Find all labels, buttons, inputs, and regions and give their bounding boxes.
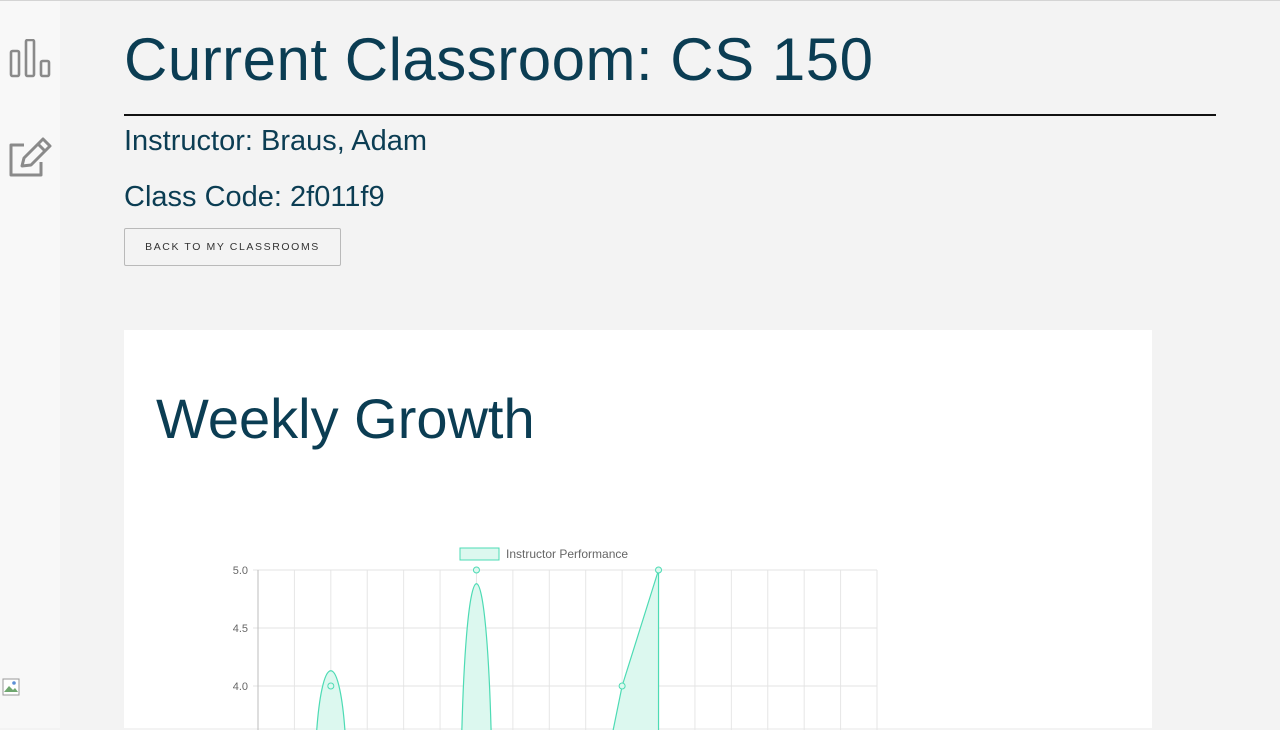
sidebar-item-stats[interactable]	[6, 39, 54, 87]
y-tick-label: 4.0	[233, 681, 248, 693]
page-title: Current Classroom: CS 150	[124, 26, 874, 93]
sidebar	[0, 1, 60, 728]
class-code-label: Class Code: 2f011f9	[124, 181, 385, 213]
broken-image-icon	[2, 678, 20, 696]
bar-chart-icon	[9, 39, 51, 78]
data-point	[655, 566, 663, 574]
series-area	[461, 583, 492, 730]
instructor-label: Instructor: Braus, Adam	[124, 125, 428, 157]
data-point	[472, 566, 480, 574]
back-to-classrooms-button[interactable]: BACK TO MY CLASSROOMS	[124, 228, 341, 266]
sidebar-item-edit[interactable]	[6, 133, 54, 181]
title-divider	[124, 114, 1216, 116]
weekly-growth-card: Weekly Growth 5.0 4.5 4.0 Instructor Perfor…	[124, 330, 1152, 730]
legend-swatch	[459, 547, 500, 561]
card-title: Weekly Growth	[156, 387, 535, 450]
legend-label: Instructor Performance	[506, 547, 628, 561]
data-point	[618, 682, 626, 690]
data-point	[327, 682, 335, 690]
y-tick-label: 4.5	[233, 623, 248, 635]
y-tick-label: 5.0	[233, 565, 248, 577]
edit-icon	[9, 137, 52, 177]
weekly-growth-chart: 5.0 4.5 4.0 Instructor Performance	[233, 547, 878, 730]
